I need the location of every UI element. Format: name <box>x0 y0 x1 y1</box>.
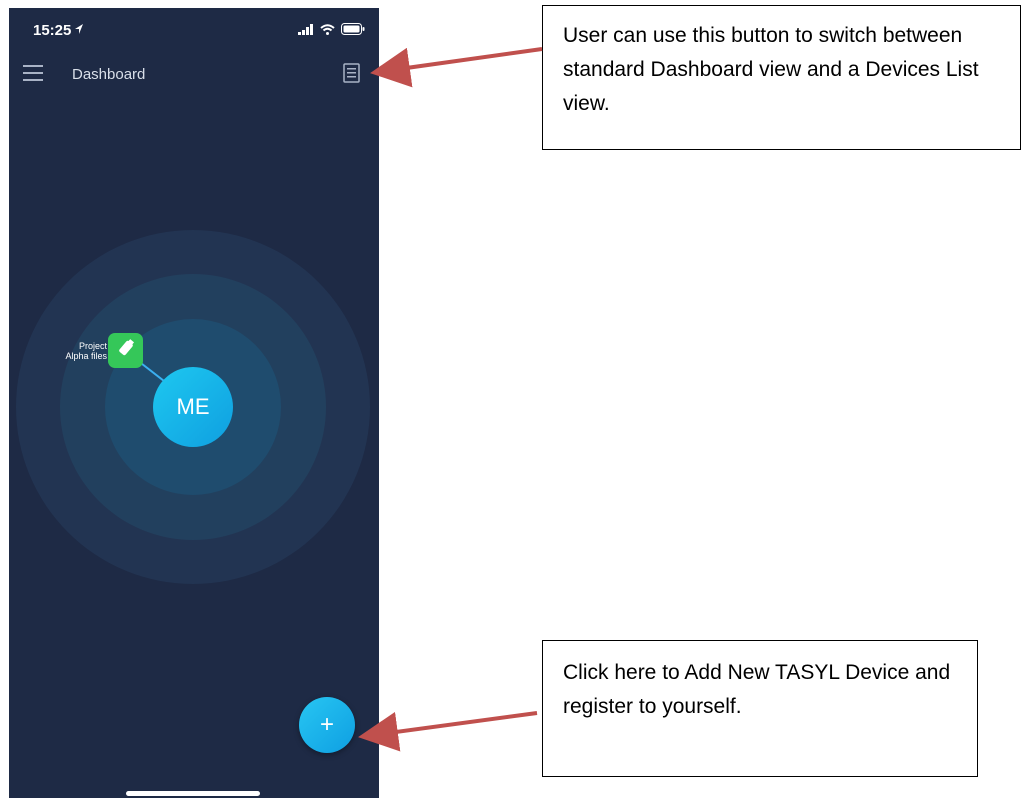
usb-drive-icon <box>116 338 136 363</box>
phone-screen: 15:25 Dashboard Project Alpha files ME + <box>9 8 379 798</box>
me-node[interactable]: ME <box>153 367 233 447</box>
add-device-button[interactable]: + <box>299 697 355 753</box>
device-label: Project Alpha files <box>65 341 107 361</box>
home-indicator <box>126 791 260 796</box>
device-node[interactable] <box>108 333 143 368</box>
annotation-list-toggle: User can use this button to switch betwe… <box>542 5 1021 150</box>
annotation-add-device: Click here to Add New TASYL Device and r… <box>542 640 978 777</box>
